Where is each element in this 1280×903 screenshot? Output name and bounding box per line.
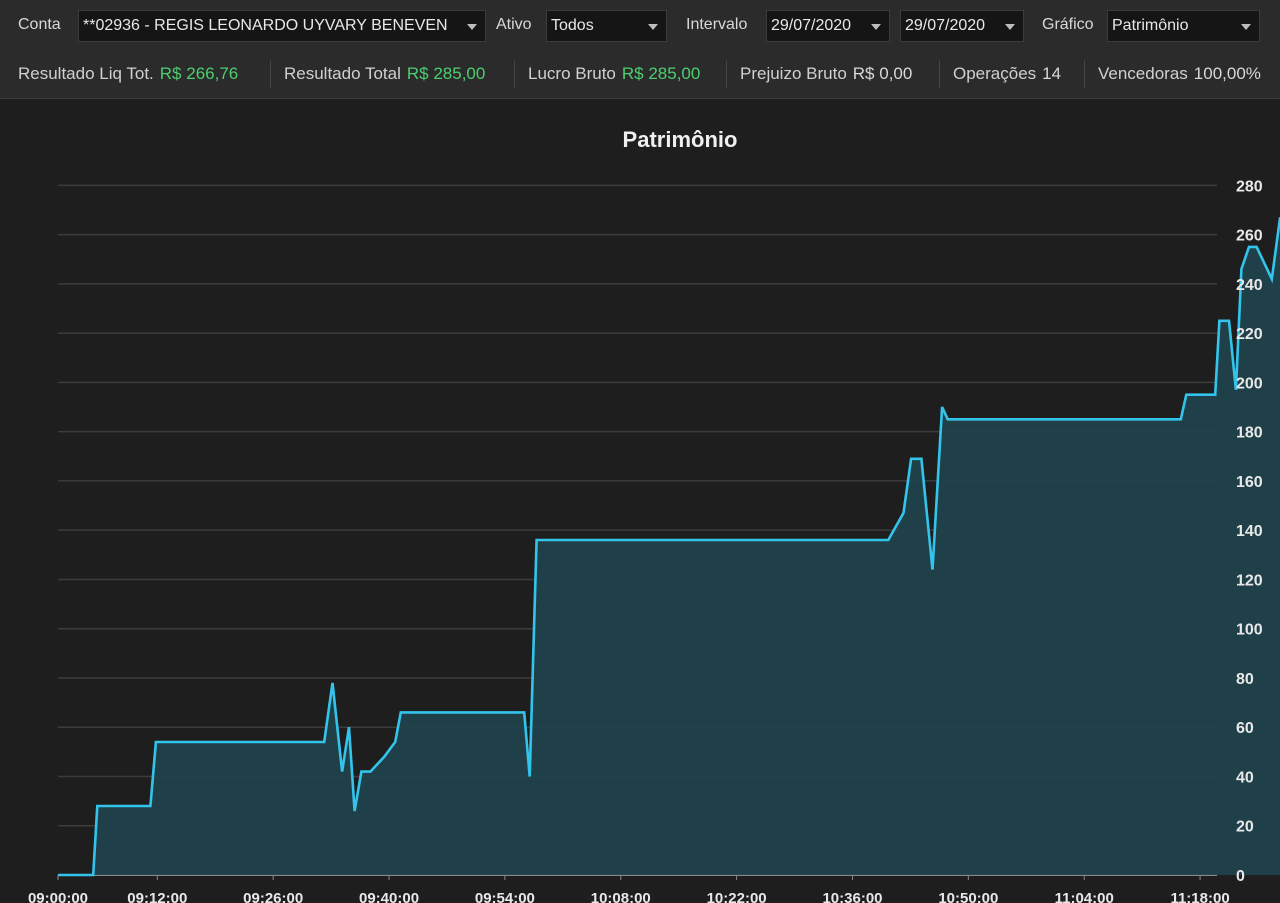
stat-lucro-bruto: Lucro Bruto R$ 285,00	[528, 64, 700, 84]
y-tick-label: 20	[1236, 819, 1254, 836]
y-tick-label: 240	[1236, 277, 1263, 294]
stat-lucro-bruto-value: R$ 285,00	[621, 64, 701, 83]
y-tick-label: 80	[1236, 671, 1254, 688]
y-tick-label: 140	[1236, 523, 1263, 540]
stat-prejuizo-bruto-value: R$ 0,00	[852, 64, 913, 83]
x-tick-label: 10:50:00	[938, 890, 998, 903]
stat-prejuizo-bruto-label: Prejuizo Bruto	[740, 64, 847, 83]
chevron-down-icon	[871, 24, 881, 30]
x-tick-label: 11:18:00	[1170, 890, 1229, 903]
x-tick-label: 10:08:00	[591, 890, 651, 903]
filter-toolbar: Conta **02936 - REGIS LEONARDO UYVARY BE…	[0, 0, 1280, 52]
stat-resultado-liq-value: R$ 266,76	[159, 64, 239, 83]
intervalo-label: Intervalo	[686, 16, 748, 33]
asset-select-value: Todos	[551, 17, 594, 34]
stat-operacoes-label: Operações	[953, 64, 1037, 83]
chevron-down-icon	[1241, 24, 1251, 30]
stat-prejuizo-bruto: Prejuizo Bruto R$ 0,00	[740, 64, 912, 84]
x-tick-label: 09:12:00	[127, 890, 187, 903]
chart-title: Patrimônio	[623, 127, 738, 152]
conta-label: Conta	[18, 16, 61, 33]
stat-resultado-total-label: Resultado Total	[284, 64, 401, 83]
stat-resultado-liq-label: Resultado Liq Tot.	[18, 64, 154, 83]
chart-type-select[interactable]: Patrimônio	[1107, 10, 1260, 42]
y-tick-label: 160	[1236, 474, 1263, 491]
date-from-value: 29/07/2020	[771, 17, 852, 34]
ativo-label: Ativo	[496, 16, 532, 33]
y-tick-label: 0	[1236, 868, 1245, 885]
x-tick-label: 11:04:00	[1055, 890, 1114, 903]
account-select-value: **02936 - REGIS LEONARDO UYVARY BENEVEN	[83, 17, 448, 34]
grafico-label: Gráfico	[1042, 16, 1094, 33]
x-tick-label: 09:40:00	[359, 890, 419, 903]
x-tick-label: 09:00:00	[28, 890, 88, 903]
date-to-value: 29/07/2020	[905, 17, 986, 34]
stats-divider	[939, 60, 940, 88]
stat-vencedoras-value: 100,00%	[1193, 64, 1261, 83]
y-tick-label: 100	[1236, 622, 1263, 639]
chevron-down-icon	[467, 24, 477, 30]
y-tick-label: 260	[1236, 228, 1263, 245]
stat-vencedoras-label: Vencedoras	[1098, 64, 1188, 83]
asset-select[interactable]: Todos	[546, 10, 667, 42]
stats-divider	[726, 60, 727, 88]
x-tick-label: 09:54:00	[475, 890, 535, 903]
stats-divider	[1084, 60, 1085, 88]
series-area	[58, 218, 1280, 875]
y-tick-label: 60	[1236, 720, 1254, 737]
x-tick-label: 09:26:00	[243, 890, 303, 903]
stat-resultado-total: Resultado Total R$ 285,00	[284, 64, 485, 84]
area-fill	[58, 218, 1280, 875]
stat-lucro-bruto-label: Lucro Bruto	[528, 64, 616, 83]
x-tick-label: 10:22:00	[707, 890, 767, 903]
stat-operacoes-value: 14	[1042, 64, 1062, 83]
stat-vencedoras: Vencedoras 100,00%	[1098, 64, 1261, 84]
stat-operacoes: Operações 14	[953, 64, 1061, 84]
chevron-down-icon	[648, 24, 658, 30]
y-tick-label: 40	[1236, 769, 1254, 786]
stats-divider	[514, 60, 515, 88]
y-tick-label: 120	[1236, 572, 1263, 589]
x-axis: 09:00:00 09:12:00 09:26:00 09:40:00 09:54:00…	[28, 875, 1230, 903]
date-from-picker[interactable]: 29/07/2020	[766, 10, 890, 42]
y-tick-label: 200	[1236, 375, 1263, 392]
y-tick-label: 220	[1236, 326, 1263, 343]
stats-divider	[270, 60, 271, 88]
chart-type-value: Patrimônio	[1112, 17, 1189, 34]
stat-resultado-liq: Resultado Liq Tot. R$ 266,76	[18, 64, 238, 84]
patrimonio-chart: Patrimônio 0 20 40 60 80 100 120 140 160 180 200 22…	[28, 127, 1280, 903]
account-select[interactable]: **02936 - REGIS LEONARDO UYVARY BENEVEN	[78, 10, 486, 42]
x-tick-label: 10:36:00	[822, 890, 882, 903]
y-tick-label: 180	[1236, 425, 1263, 442]
chevron-down-icon	[1005, 24, 1015, 30]
date-to-picker[interactable]: 29/07/2020	[900, 10, 1024, 42]
y-tick-label: 280	[1236, 178, 1263, 195]
stat-resultado-total-value: R$ 285,00	[406, 64, 486, 83]
